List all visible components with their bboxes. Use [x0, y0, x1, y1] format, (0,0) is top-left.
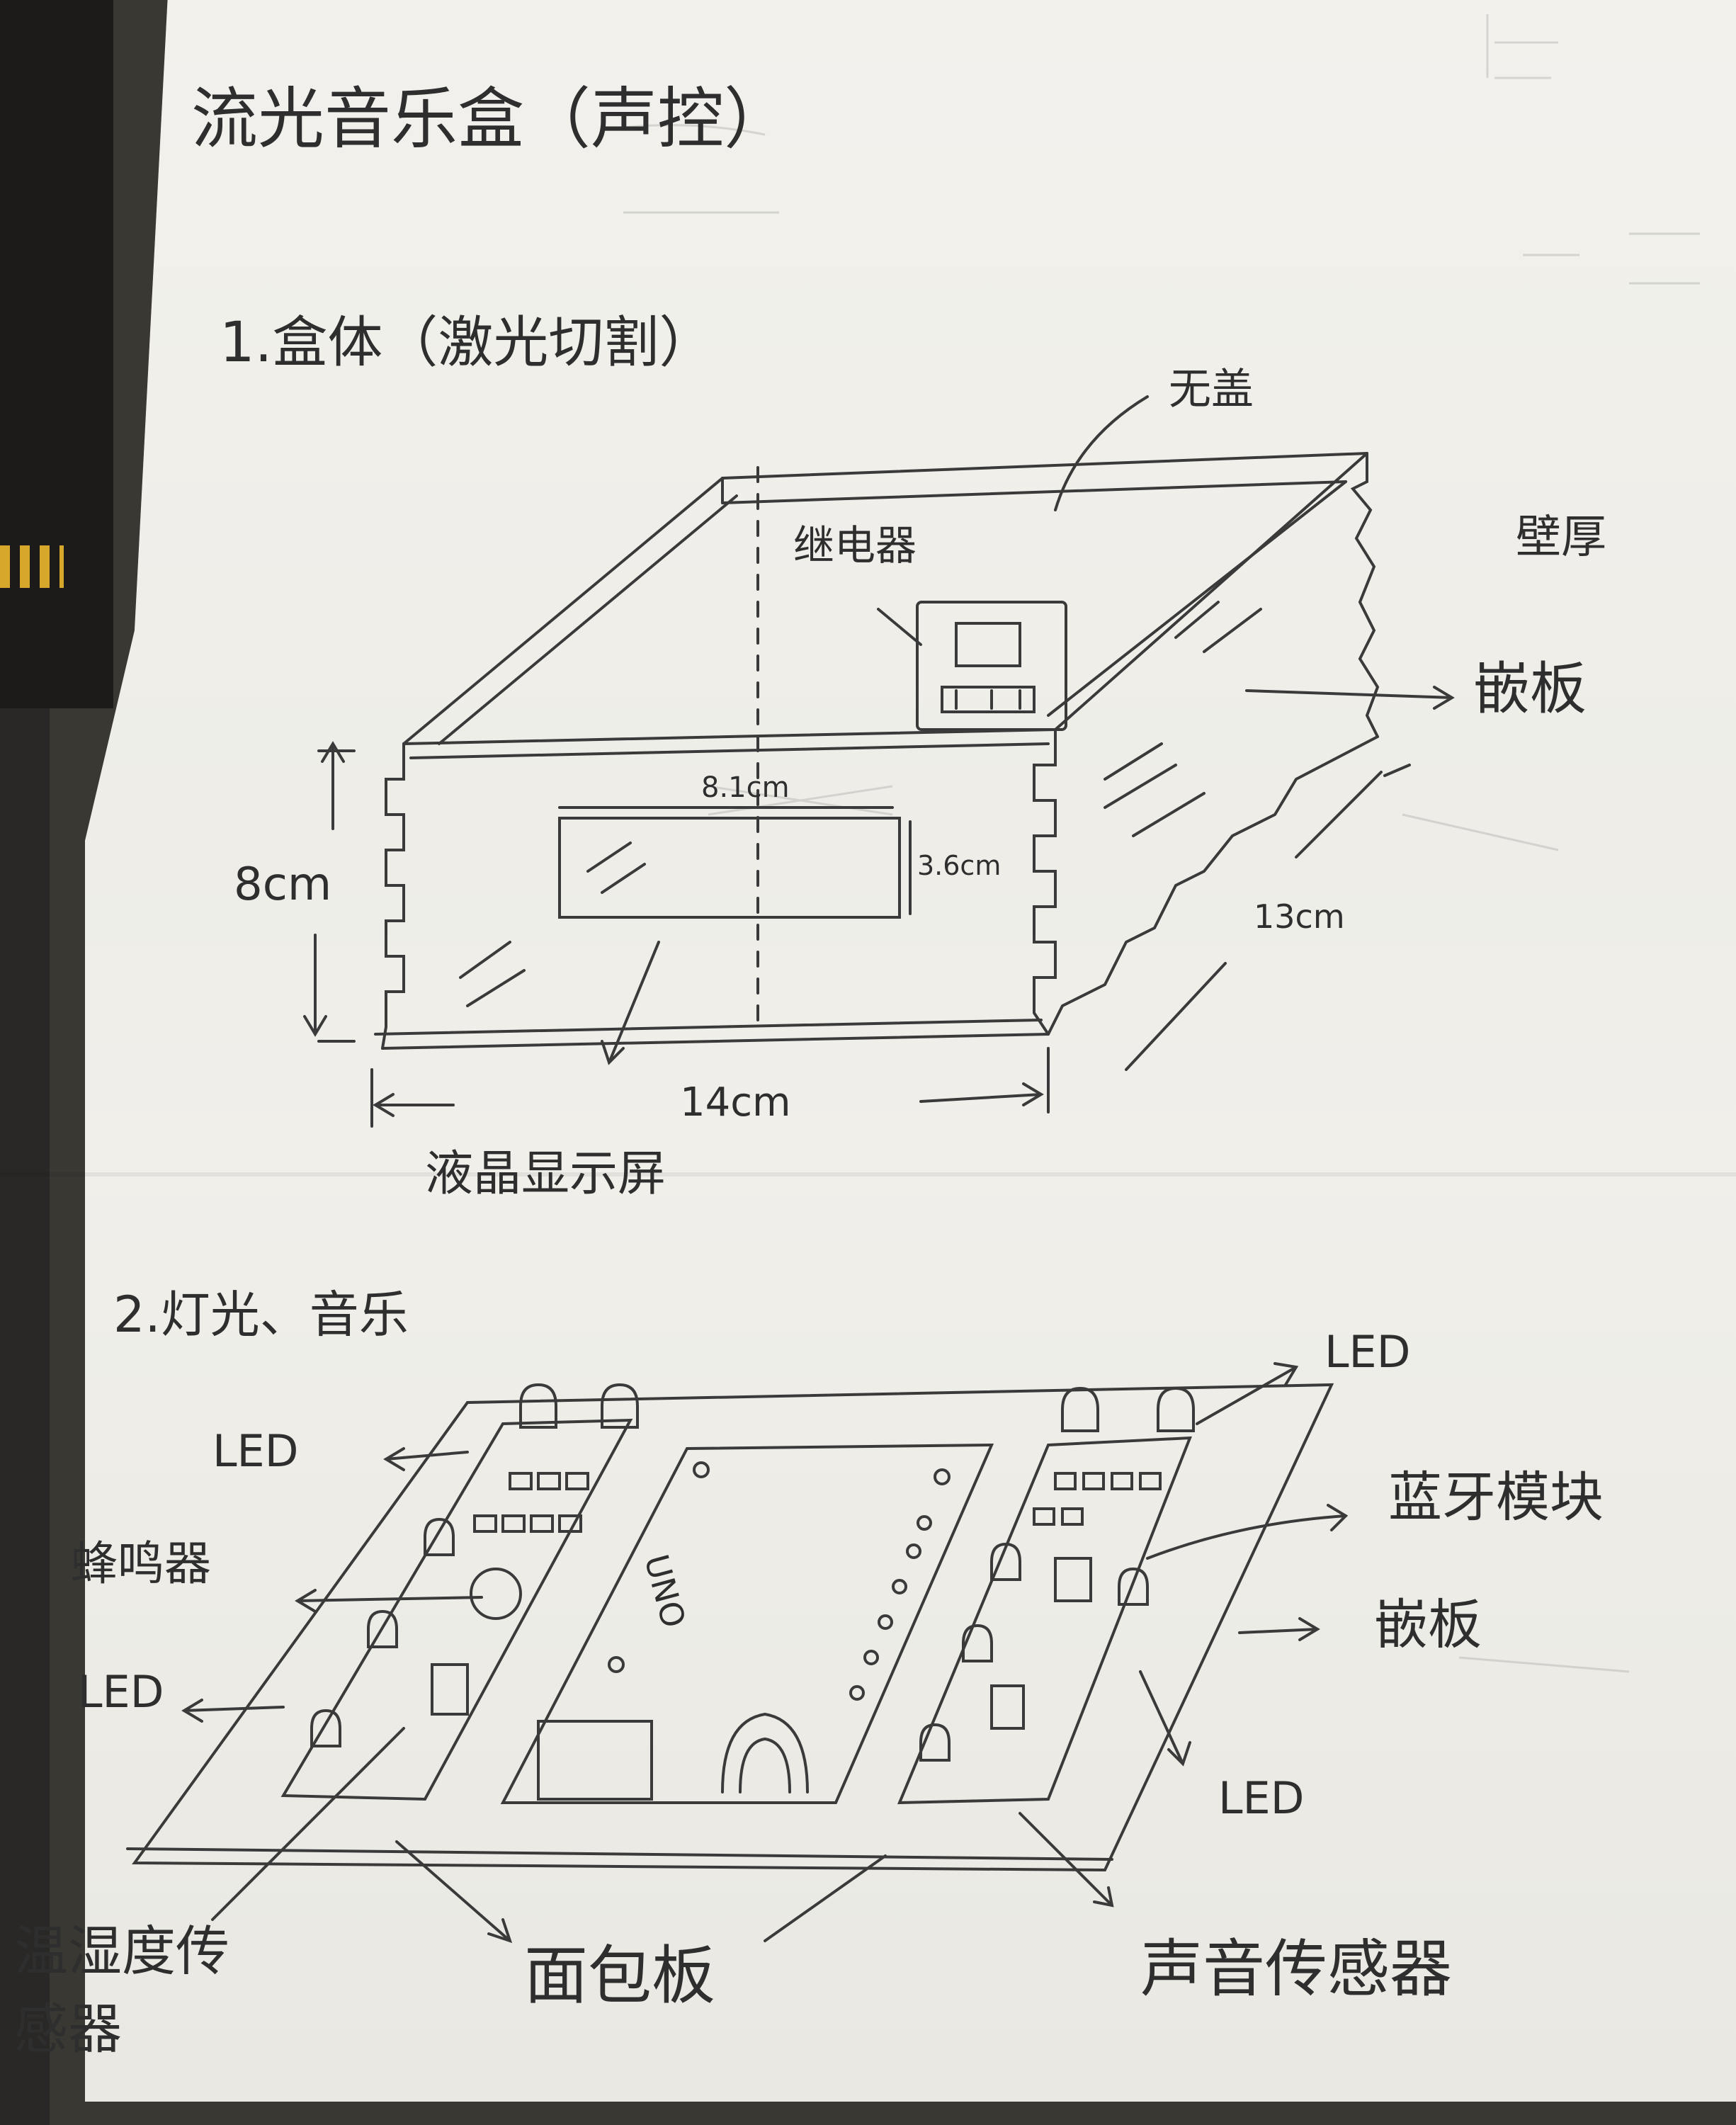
box-back-rim	[721, 477, 1347, 504]
page-title: 流光音乐盒（声控）	[191, 81, 790, 158]
left-breadboard-strip	[280, 1418, 633, 1801]
lcd-window-rect	[558, 817, 901, 919]
relay-leader	[877, 608, 922, 646]
circuit-sketch	[126, 1362, 1349, 1944]
label-wall-thickness: 壁厚	[1516, 511, 1606, 564]
box-back-top-edge	[721, 452, 1368, 480]
label-inlay-board-2: 嵌板	[1374, 1593, 1482, 1656]
label-lcd-width: 8.1cm	[701, 771, 790, 804]
label-inlay-board: 嵌板	[1473, 656, 1587, 722]
leader-led-top-right	[1196, 1362, 1299, 1425]
leader-led-left-bottom	[181, 1699, 285, 1723]
led-right-4	[962, 1624, 993, 1662]
section1-heading: 1.盒体（激光切割）	[220, 311, 714, 375]
section2-heading: 2.灯光、音乐	[113, 1286, 409, 1344]
box-left-inner-edge	[438, 494, 738, 745]
label-lcd: 液晶显示屏	[425, 1146, 666, 1202]
label-led-left-top: LED	[212, 1425, 298, 1477]
box-front-bottom	[381, 1033, 1050, 1050]
sketch-canvas: 流光音乐盒（声控） 1.盒体（激光切割） 无盖 继电器 壁厚 嵌板 8cm 8.…	[14, 14, 1700, 2061]
depth-dim-line-top	[1295, 764, 1411, 858]
box-left-top-edge	[402, 477, 724, 745]
label-led-left-bottom: LED	[78, 1666, 164, 1718]
leader-led-right-bottom	[1139, 1670, 1191, 1767]
leader-temp-humidity	[211, 1727, 405, 1921]
uno-board-label: UNO	[637, 1551, 693, 1632]
label-depth: 13cm	[1254, 897, 1345, 936]
box-right-finger-joint	[1033, 728, 1057, 1036]
leader-bluetooth	[1146, 1504, 1349, 1560]
box-front-top	[402, 728, 1057, 745]
led-right-1	[1061, 1386, 1099, 1432]
uno-usb-port	[537, 1720, 653, 1801]
uno-board	[500, 1443, 994, 1804]
box-right-top-edge	[1054, 452, 1368, 731]
box-left-finger-joint	[381, 742, 405, 1050]
label-bluetooth: 蓝牙模块	[1388, 1466, 1604, 1529]
inlay-arrow	[1245, 686, 1455, 710]
led-left-1	[519, 1383, 557, 1429]
buzzer-component	[470, 1568, 522, 1620]
label-sound-sensor: 声音传感器	[1140, 1932, 1452, 2005]
label-relay: 继电器	[793, 521, 917, 570]
label-temp-humidity: 温湿度传感器	[14, 1920, 229, 2061]
depth-dim-line	[1125, 962, 1227, 1071]
box-right-inner-edge	[1047, 480, 1347, 717]
label-width: 14cm	[680, 1080, 791, 1126]
relay-module-chip	[955, 622, 1021, 667]
led-right-2	[1157, 1386, 1195, 1432]
width-dim-arrow-right	[919, 1082, 1044, 1106]
uno-power-jack	[721, 1712, 809, 1794]
box-sketch	[303, 395, 1455, 1128]
show-through-marks	[623, 14, 1700, 1673]
label-buzzer: 蜂鸣器	[71, 1536, 211, 1591]
label-lcd-height: 3.6cm	[917, 850, 1001, 881]
label-temp-humidity-wrap: 温湿度传感器	[14, 1920, 229, 2061]
lid-leader	[1054, 395, 1149, 511]
height-dim-arrow-bottom	[303, 934, 327, 1037]
label-led-top-right: LED	[1324, 1326, 1410, 1378]
temp-humidity-sensor-component	[431, 1663, 469, 1716]
sound-sensor-component	[990, 1684, 1025, 1730]
label-breadboard: 面包板	[524, 1939, 715, 2013]
leader-inlay-board	[1238, 1617, 1320, 1641]
label-lid: 无盖	[1169, 365, 1254, 414]
right-breadboard-strip	[897, 1436, 1192, 1805]
width-dim-arrow-left	[373, 1093, 455, 1117]
bluetooth-module-component	[1054, 1557, 1092, 1602]
height-dim-arrow-top	[321, 741, 345, 830]
label-led-right-bottom: LED	[1218, 1772, 1304, 1824]
box-right-bottom-edge	[1047, 735, 1379, 1036]
leader-buzzer	[295, 1589, 483, 1613]
box-hatching	[459, 601, 1262, 1007]
box-front-top-inner	[409, 742, 1050, 759]
label-height: 8cm	[234, 858, 331, 911]
led-right-6	[1118, 1567, 1149, 1606]
leader-breadboard-left	[395, 1840, 513, 1944]
